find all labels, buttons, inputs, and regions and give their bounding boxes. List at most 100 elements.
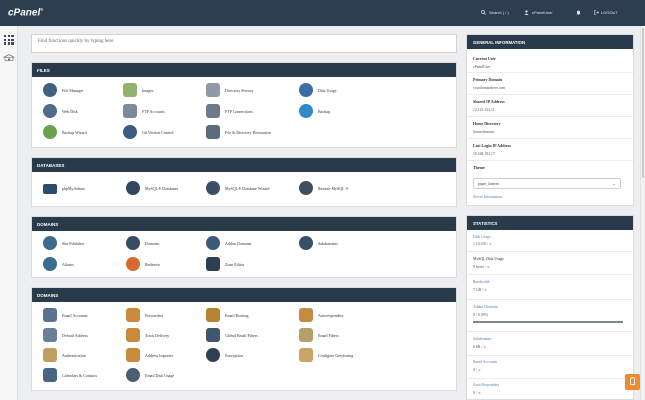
ftp-accounts-link[interactable]: FTP Accounts — [123, 104, 165, 118]
global-email-filters-link[interactable]: Global Email Filters — [206, 328, 258, 342]
directory-privacy-link[interactable]: Directory Privacy — [206, 83, 254, 97]
databases-panel-header[interactable]: DATABASES — [32, 158, 456, 172]
chevron-down-icon: ⌄ — [612, 181, 616, 186]
theme-select[interactable]: paper_lantern ⌄ — [473, 178, 621, 189]
divider — [467, 94, 633, 95]
domains-panel: DOMAINS Site Publisher Domains Addon Dom… — [31, 216, 457, 278]
cpanel-logo[interactable]: cPanel® — [8, 7, 43, 18]
domains-link[interactable]: Domains — [126, 236, 159, 250]
subdomains-icon — [299, 236, 313, 250]
search-icon[interactable] — [481, 10, 486, 15]
forwarders-link[interactable]: Forwarders — [126, 308, 163, 322]
default-address-icon — [43, 328, 57, 342]
general-information-header: GENERAL INFORMATION — [467, 35, 633, 49]
stat-label[interactable]: Subdomains — [473, 337, 492, 341]
divider — [467, 331, 633, 332]
primary-domain-value[interactable]: yourdomainhere.com — [473, 86, 505, 90]
track-delivery-icon — [126, 328, 140, 342]
stat-label: MySQL Disk Usage — [473, 257, 504, 261]
calendars-contacts-link[interactable]: Calendars & Contacts — [43, 368, 97, 382]
zone-editor-link[interactable]: Zone Editor — [206, 257, 244, 271]
web-disk-icon — [43, 104, 57, 118]
file-manager-icon — [43, 83, 57, 97]
email-routing-icon — [206, 308, 220, 322]
files-panel: FILES File Manager Images Directory Priv… — [31, 62, 457, 148]
domains-panel-header[interactable]: DOMAINS — [32, 217, 456, 231]
logout-button[interactable]: LOGOUT — [601, 10, 618, 15]
authentication-link[interactable]: Authentication — [43, 348, 86, 362]
email-routing-link[interactable]: Email Routing — [206, 308, 248, 322]
subdomains-link[interactable]: Subdomains — [299, 236, 338, 250]
web-disk-link[interactable]: Web Disk — [43, 104, 78, 118]
email-accounts-icon — [43, 308, 57, 322]
function-search-input[interactable]: Find functions quickly by typing here — [31, 34, 457, 53]
default-address-link[interactable]: Default Address — [43, 328, 88, 342]
phpmyadmin-link[interactable]: phpMyAdmin — [43, 181, 85, 195]
stat-label[interactable]: Auto Responders — [473, 383, 499, 387]
search-label[interactable]: Search ( / ) — [489, 10, 509, 15]
email-filters-link[interactable]: Email Filters — [299, 328, 339, 342]
address-importer-link[interactable]: Address Importer — [126, 348, 173, 362]
stat-label[interactable]: Addon Domains — [473, 305, 498, 309]
user-icon[interactable] — [524, 10, 529, 15]
divider — [467, 72, 633, 73]
shared-ip-value: 12.123.123.11 — [473, 108, 495, 112]
git-version-control-link[interactable]: Git Version Control — [123, 125, 173, 139]
configure-greylisting-link[interactable]: Configure Greylisting — [299, 348, 353, 362]
email-accounts-link[interactable]: Email Accounts — [43, 308, 87, 322]
divider — [467, 251, 633, 252]
images-link[interactable]: Images — [123, 83, 154, 97]
ftp-connections-icon — [206, 104, 220, 118]
file-restore-icon — [206, 125, 220, 139]
autoresponders-link[interactable]: Autoresponders — [299, 308, 343, 322]
stat-label[interactable]: Disk Usage — [473, 235, 491, 239]
site-publisher-link[interactable]: Site Publisher — [43, 236, 84, 250]
redirects-link[interactable]: Redirects — [126, 257, 160, 271]
feedback-button[interactable] — [625, 374, 640, 390]
ftp-connections-link[interactable]: FTP Connections — [206, 104, 253, 118]
track-delivery-link[interactable]: Track Delivery — [126, 328, 169, 342]
stat-label[interactable]: Bandwidth — [473, 280, 490, 284]
backup-wizard-icon — [43, 125, 57, 139]
home-icon[interactable] — [3, 54, 15, 61]
scrollbar-thumb[interactable] — [642, 28, 644, 178]
divider — [467, 160, 633, 161]
current-user-label: Current User — [473, 56, 496, 61]
statistics-panel: STATISTICS Disk Usage 1.14 GB / ∞ MySQL … — [466, 215, 634, 400]
backup-icon — [299, 104, 313, 118]
files-panel-header[interactable]: FILES — [32, 63, 456, 77]
logout-icon[interactable] — [594, 10, 599, 15]
calendar-icon — [43, 368, 57, 382]
page-scrollbar[interactable] — [640, 26, 645, 400]
global-filters-icon — [206, 328, 220, 342]
aliases-link[interactable]: Aliases — [43, 257, 74, 271]
mysql-wizard-link[interactable]: MySQL® Database Wizard — [206, 181, 269, 195]
backup-link[interactable]: Backup — [299, 104, 330, 118]
disk-usage-link[interactable]: Disk Usage — [299, 83, 337, 97]
bell-icon[interactable] — [576, 10, 581, 15]
addon-domains-link[interactable]: Addon Domains — [206, 236, 251, 250]
mysql-databases-link[interactable]: MySQL® Databases — [126, 181, 178, 195]
encryption-link[interactable]: Encryption — [206, 348, 243, 362]
dns-icon — [206, 257, 220, 271]
email-disk-usage-link[interactable]: Email Disk Usage — [126, 368, 174, 382]
email-panel-header[interactable]: DOMAINS — [32, 288, 456, 302]
encryption-icon — [206, 348, 220, 362]
user-menu[interactable]: cPanelUser — [532, 10, 553, 15]
mysql-wizard-icon — [206, 181, 220, 195]
databases-panel: DATABASES phpMyAdmin MySQL® Databases My… — [31, 157, 457, 207]
stat-value: 0 / ∞ — [473, 368, 481, 372]
primary-domain-label: Primary Domain — [473, 77, 502, 82]
server-information-link[interactable]: Server Information — [473, 195, 502, 199]
divider — [467, 116, 633, 117]
file-restoration-link[interactable]: File & Directory Restoration — [206, 125, 271, 139]
git-icon — [123, 125, 137, 139]
forwarders-icon — [126, 308, 140, 322]
remote-mysql-link[interactable]: Remote MySQL ® — [299, 181, 348, 195]
backup-wizard-link[interactable]: Backup Wizard — [43, 125, 87, 139]
side-nav — [0, 26, 18, 400]
grid-icon[interactable] — [4, 35, 14, 45]
stat-label[interactable]: Email Accounts — [473, 360, 497, 364]
addon-domains-progress-track — [473, 321, 623, 323]
file-manager-link[interactable]: File Manager — [43, 83, 83, 97]
